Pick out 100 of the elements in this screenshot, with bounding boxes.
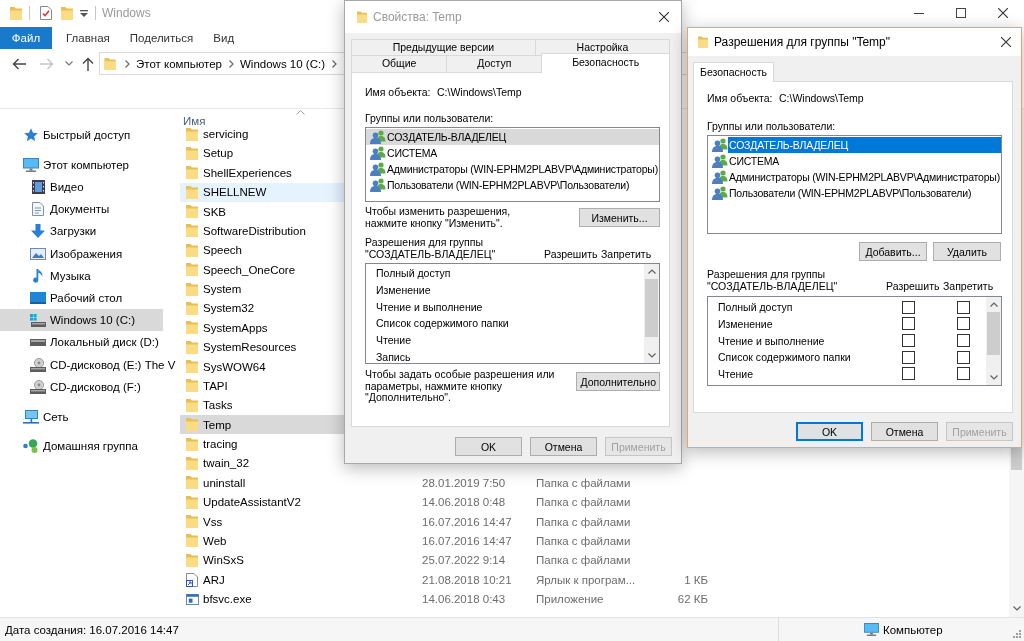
ribbon-tab[interactable]: Поделиться: [119, 27, 204, 49]
scrollbar-track[interactable]: [644, 264, 659, 363]
file-row[interactable]: twain_32: [180, 453, 428, 474]
close-icon[interactable]: [659, 12, 669, 22]
scroll-up-icon[interactable]: [989, 302, 998, 307]
column-header: Запретить: [601, 248, 653, 260]
tab[interactable]: Предыдущие версии: [351, 39, 536, 55]
chevron-icon[interactable]: [332, 59, 337, 68]
nav-item[interactable]: CD-дисковод (E:) The V: [0, 353, 176, 376]
minimize-icon[interactable]: [914, 12, 924, 14]
maximize-icon[interactable]: [956, 8, 966, 18]
file-row[interactable]: tracing: [180, 434, 428, 454]
tab[interactable]: Безопасность: [693, 62, 774, 82]
file-date: 28.01.2019 7:50: [422, 476, 506, 489]
ribbon-tab[interactable]: Вид: [203, 27, 245, 49]
column-header: Запретить: [943, 280, 995, 292]
advanced-button[interactable]: Дополнительно: [576, 372, 660, 391]
nav-item[interactable]: Windows 10 (C:): [0, 309, 163, 332]
tab[interactable]: Общие: [351, 55, 448, 72]
file-size: 62 КБ: [677, 593, 708, 606]
nav-item[interactable]: Видео: [0, 175, 163, 199]
nav-item[interactable]: Музыка: [0, 264, 163, 287]
permission-name: Изменение: [376, 283, 432, 296]
deny-checkbox[interactable]: [957, 317, 970, 331]
file-row[interactable]: uninstall 28.01.2019 7:50 Папка с файлами: [180, 473, 716, 493]
scroll-up-icon[interactable]: [647, 269, 656, 274]
nav-item[interactable]: Этот компьютер: [0, 153, 163, 176]
nav-item[interactable]: Домашняя группа: [0, 435, 163, 458]
dialog-button[interactable]: Добавить...: [859, 242, 927, 261]
close-icon[interactable]: [998, 8, 1008, 18]
list-item[interactable]: Администраторы (WIN-EPHM2PLABVP\Администраторы): [366, 161, 659, 177]
folder-icon: [186, 456, 198, 470]
group-list[interactable]: СОЗДАТЕЛЬ-ВЛАДЕЛЕЦ СИСТЕМА Администраторы (WIN-EPHM2PLABVP\Администраторы) Пользователи (WIN-EPHM2PLABVP\Пользователи): [707, 135, 1002, 234]
tab[interactable]: Безопасность: [541, 53, 670, 73]
scroll-down-icon[interactable]: [647, 353, 656, 358]
nav-item[interactable]: Документы: [0, 198, 163, 221]
chevron-icon[interactable]: [125, 59, 130, 68]
breadcrumb-item[interactable]: Windows 10 (C:): [240, 57, 325, 70]
list-item[interactable]: СИСТЕМА: [708, 153, 1001, 169]
file-row[interactable]: ARJ 21.08.2018 10:21 Ярлык к програм... 1 КБ: [180, 570, 716, 590]
application-icon: [185, 593, 199, 605]
deny-checkbox[interactable]: [957, 350, 970, 364]
dialog-button[interactable]: Удалить: [933, 242, 1001, 261]
permission-list[interactable]: Полный доступ Изменение Чтение и выполнение Список содержимого папки Чтение Запись: [365, 263, 660, 364]
deny-checkbox[interactable]: [957, 367, 970, 381]
allow-checkbox[interactable]: [902, 367, 915, 381]
users-icon: [370, 146, 386, 160]
cd-drive-icon: [30, 357, 46, 372]
hint-text: Чтобы изменить разрешения, нажмите кнопку "Изменить".: [365, 206, 511, 229]
allow-checkbox[interactable]: [902, 350, 915, 364]
up-arrow-icon[interactable]: [82, 56, 94, 71]
file-type: Папка с файлами: [536, 496, 631, 509]
tab[interactable]: Доступ: [446, 55, 543, 72]
chevron-down-icon[interactable]: [65, 61, 73, 66]
chevron-icon[interactable]: [229, 59, 234, 68]
file-menu-tab[interactable]: Файл: [0, 27, 52, 49]
allow-checkbox[interactable]: [902, 334, 915, 348]
file-row[interactable]: UpdateAssistantV2 14.06.2018 0:48 Папка с файлами: [180, 492, 716, 512]
file-row[interactable]: Web 16.07.2016 14:47 Папка с файлами: [180, 531, 716, 551]
deny-checkbox[interactable]: [957, 300, 970, 314]
breadcrumb-item[interactable]: Этот компьютер: [136, 57, 222, 70]
resize-grip-icon[interactable]: [1013, 630, 1021, 638]
file-row[interactable]: Vss 16.07.2016 14:47 Папка с файлами: [180, 511, 716, 532]
nav-item[interactable]: Загрузки: [0, 220, 163, 243]
scroll-down-icon[interactable]: [1012, 606, 1021, 611]
dialog-button[interactable]: Отмена: [530, 437, 597, 456]
nav-item[interactable]: Локальный диск (D:): [0, 331, 163, 354]
list-item[interactable]: Администраторы (WIN-EPHM2PLABVP\Администраторы): [708, 169, 1001, 185]
dialog-button[interactable]: OK: [455, 437, 522, 456]
group-list[interactable]: СОЗДАТЕЛЬ-ВЛАДЕЛЕЦ СИСТЕМА Администраторы (WIN-EPHM2PLABVP\Администраторы) Пользователи (WIN-EPHM2PLABVP\Пользователи): [365, 127, 660, 202]
allow-checkbox[interactable]: [902, 300, 915, 314]
permission-name: Изменение: [718, 317, 774, 330]
nav-item[interactable]: CD-дисковод (F:): [0, 375, 163, 398]
scrollbar-track[interactable]: [986, 297, 1001, 385]
allow-checkbox[interactable]: [902, 317, 915, 331]
document-check-icon[interactable]: [40, 6, 52, 20]
list-item[interactable]: СИСТЕМА: [366, 145, 659, 161]
sort-caret-icon[interactable]: [295, 110, 305, 115]
deny-checkbox[interactable]: [957, 334, 970, 348]
nav-item[interactable]: Сеть: [0, 405, 163, 428]
permission-list[interactable]: Полный доступ Изменение Чтение и выполнение Список содержимого папки Чтение: [707, 296, 1002, 386]
list-item[interactable]: Пользователи (WIN-EPHM2PLABVP\Пользователи): [708, 185, 1001, 201]
nav-item[interactable]: Рабочий стол: [0, 286, 163, 310]
dialog-button[interactable]: OK: [796, 422, 863, 441]
scroll-down-icon[interactable]: [989, 375, 998, 380]
file-row[interactable]: bfsvc.exe 14.06.2018 0:43 Приложение 62 КБ: [180, 589, 716, 609]
nav-item[interactable]: Изображения: [0, 242, 163, 265]
close-icon[interactable]: [1001, 37, 1011, 47]
caret-icon[interactable]: [80, 9, 88, 17]
ribbon-tab[interactable]: Главная: [56, 27, 120, 49]
folder-icon: [186, 398, 198, 412]
scrollbar-thumb[interactable]: [987, 312, 1000, 355]
back-arrow-icon[interactable]: [12, 57, 26, 70]
list-item[interactable]: СОЗДАТЕЛЬ-ВЛАДЕЛЕЦ: [366, 129, 659, 145]
nav-item[interactable]: Быстрый доступ: [0, 124, 163, 147]
file-name: Web: [203, 534, 227, 547]
edit-button[interactable]: Изменить...: [579, 208, 660, 227]
file-row[interactable]: WinSxS 25.07.2022 9:14 Папка с файлами: [180, 550, 716, 571]
dialog-button[interactable]: Отмена: [871, 422, 938, 441]
scrollbar-thumb[interactable]: [645, 279, 658, 337]
